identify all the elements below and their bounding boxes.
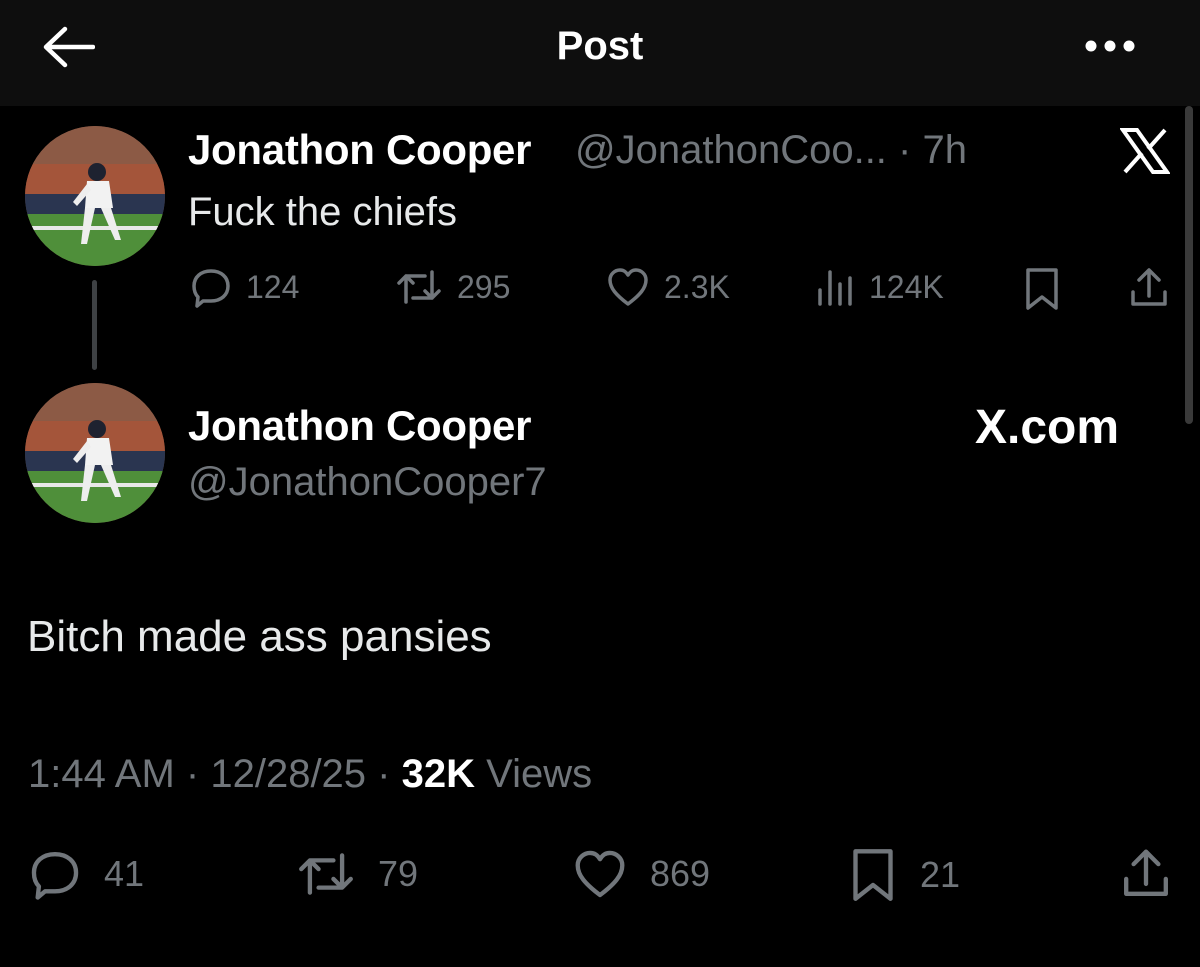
bookmark-button[interactable]: 21 — [848, 846, 960, 904]
tweet-time[interactable]: 1:44 AM — [28, 752, 175, 796]
repost-icon — [299, 853, 353, 895]
top-bar: Post — [0, 0, 1200, 106]
parent-tweet-text: Fuck the chiefs — [188, 190, 458, 234]
like-button[interactable]: 869 — [572, 848, 710, 900]
views-button[interactable]: 124K — [815, 266, 944, 308]
parent-author-handle[interactable]: @JonathonCoo... — [575, 128, 887, 172]
share-icon — [1131, 268, 1167, 306]
like-count: 2.3K — [664, 268, 730, 305]
tweet-metadata: 1:44 AM · 12/28/25 · 32K Views — [28, 752, 592, 797]
x-logo-icon — [1120, 128, 1170, 174]
heart-icon — [575, 850, 625, 898]
reply-button[interactable]: 41 — [28, 848, 144, 900]
avatar[interactable] — [25, 126, 165, 266]
share-icon — [1124, 849, 1168, 896]
x-logo — [1118, 126, 1172, 176]
reply-icon — [192, 269, 230, 308]
page-title: Post — [556, 24, 644, 68]
avatar-photo — [25, 126, 165, 266]
heart-icon — [608, 268, 648, 306]
parent-time-ago[interactable]: 7h — [923, 128, 968, 172]
watermark-xcom: X.com — [975, 401, 1120, 454]
reply-count: 124 — [246, 268, 300, 305]
main-author-name[interactable]: Jonathon Cooper — [188, 402, 531, 450]
views-chart-icon — [818, 270, 852, 306]
avatar-photo — [25, 383, 165, 523]
scrollbar[interactable] — [1185, 106, 1193, 424]
main-tweet-text: Bitch made ass pansies — [27, 612, 492, 661]
repost-icon — [397, 270, 441, 304]
bookmark-button[interactable] — [1022, 266, 1062, 312]
repost-count: 79 — [378, 853, 419, 894]
views-count: 124K — [869, 268, 944, 305]
parent-author-name[interactable]: Jonathon Cooper — [188, 126, 531, 174]
share-button[interactable] — [1120, 846, 1172, 902]
tweet-date[interactable]: 12/28/25 — [210, 752, 366, 796]
like-button[interactable]: 2.3K — [606, 266, 730, 308]
more-dots-icon — [1085, 40, 1135, 52]
parent-author-meta: @JonathonCoo... · 7h — [575, 128, 967, 173]
bookmark-icon — [853, 849, 893, 901]
main-author-handle[interactable]: @JonathonCooper7 — [188, 460, 547, 505]
like-count: 869 — [650, 853, 711, 894]
avatar[interactable] — [25, 383, 165, 523]
repost-button[interactable]: 295 — [395, 266, 510, 308]
reply-count: 41 — [104, 853, 145, 894]
meta-separator: · — [377, 752, 391, 796]
thread-connector-line — [92, 280, 97, 370]
reply-button[interactable]: 124 — [190, 266, 299, 308]
repost-button[interactable]: 79 — [296, 848, 418, 900]
reply-icon — [31, 852, 79, 900]
bookmark-count: 21 — [920, 854, 961, 895]
share-button[interactable] — [1128, 266, 1170, 310]
more-options-button[interactable] — [1080, 26, 1140, 66]
meta-separator: · — [898, 128, 912, 172]
repost-count: 295 — [457, 268, 511, 305]
tweet-views-label: Views — [486, 752, 593, 796]
bookmark-icon — [1026, 268, 1058, 310]
meta-separator: · — [185, 752, 200, 796]
tweet-views-count: 32K — [401, 752, 476, 796]
